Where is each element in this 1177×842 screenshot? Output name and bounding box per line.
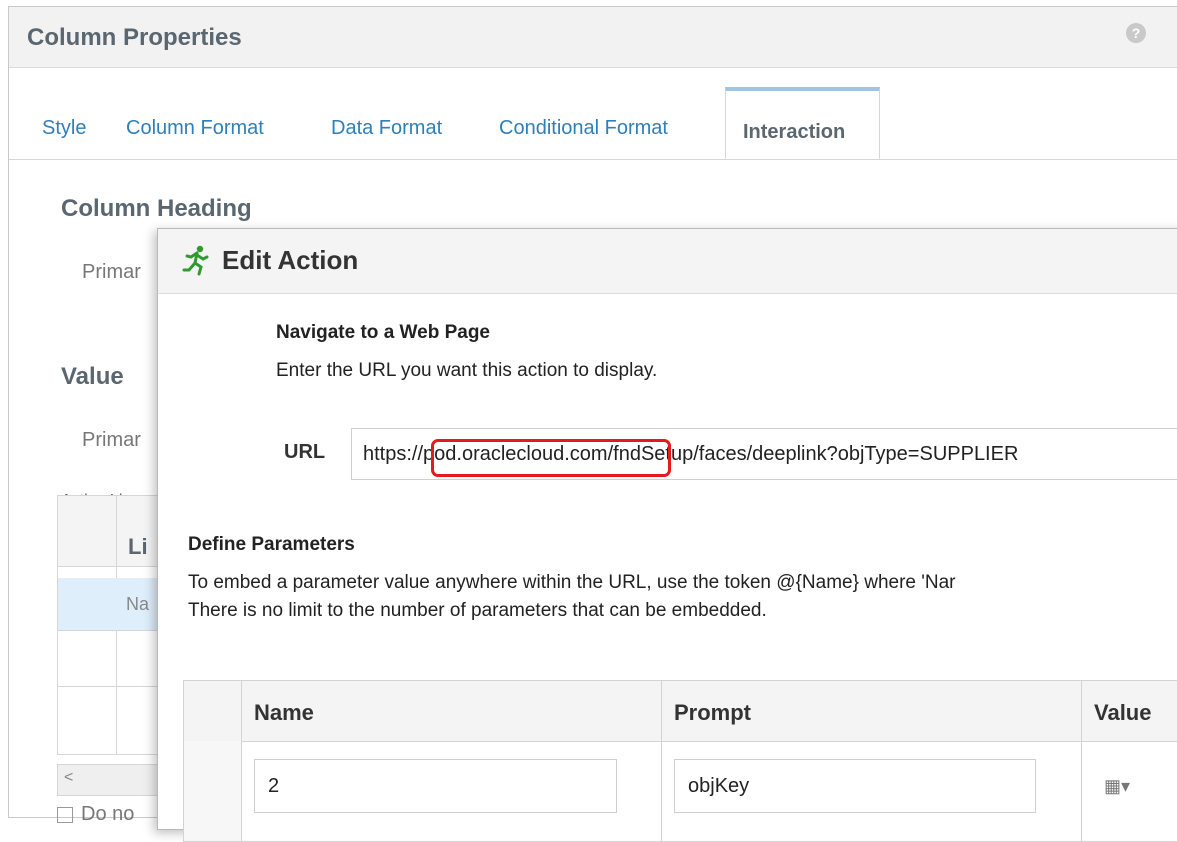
define-parameters-description-2: There is no limit to the number of param…: [188, 600, 767, 621]
column-properties-title: Column Properties: [27, 24, 242, 51]
navigate-section-title: Navigate to a Web Page: [276, 322, 490, 343]
column-header-prompt: Prompt: [674, 700, 751, 725]
url-label: URL: [284, 441, 326, 463]
define-parameters-description-1: To embed a parameter value anywhere with…: [188, 572, 956, 593]
parameters-table: Name Prompt Value 2 objKey ▦▾: [183, 680, 1177, 842]
primary-interaction-label: Primar: [82, 261, 141, 283]
column-header-value: Value: [1094, 700, 1152, 725]
tab-interaction-label: Interaction: [743, 121, 846, 143]
tab-column-format[interactable]: Column Format: [126, 117, 264, 140]
edit-action-dialog: Edit Action Navigate to a Web Page Enter…: [157, 228, 1177, 842]
column-divider: [241, 681, 242, 841]
edit-action-header: Edit Action: [158, 229, 1177, 294]
tab-bar: Style Column Format Data Format Conditio…: [9, 87, 1177, 160]
action-links-row-value: Na: [126, 594, 150, 614]
checkbox-label: Do no: [81, 803, 135, 825]
do-not-display-checkbox-row[interactable]: Do no: [57, 803, 134, 826]
column-divider: [1081, 681, 1082, 841]
tab-interaction[interactable]: Interaction: [725, 87, 880, 159]
tab-data-format[interactable]: Data Format: [331, 117, 442, 140]
column-heading-section-title: Column Heading: [61, 195, 252, 222]
checkbox[interactable]: [57, 806, 73, 823]
url-input[interactable]: https://pod.oraclecloud.com/fndSetup/fac…: [351, 428, 1177, 480]
parameters-table-gutter: [184, 741, 241, 841]
column-divider: [661, 681, 662, 841]
parameter-name-input[interactable]: 2: [254, 759, 617, 813]
help-icon[interactable]: ?: [1126, 23, 1146, 43]
define-parameters-title: Define Parameters: [188, 534, 355, 555]
column-header-name: Name: [254, 700, 314, 725]
primary-interaction-label-value: Primar: [82, 429, 141, 451]
scroll-left-icon[interactable]: <: [64, 769, 73, 787]
parameter-prompt-input[interactable]: objKey: [674, 759, 1036, 813]
value-type-picker-icon[interactable]: ▦▾: [1104, 776, 1130, 797]
action-runner-icon: [182, 245, 209, 276]
tab-conditional-format[interactable]: Conditional Format: [499, 117, 668, 140]
horizontal-scrollbar[interactable]: <: [57, 764, 169, 796]
column-properties-header: Column Properties ?: [9, 7, 1177, 68]
value-section-title: Value: [61, 363, 124, 390]
tab-style[interactable]: Style: [42, 117, 86, 140]
navigate-section-description: Enter the URL you want this action to di…: [276, 360, 658, 381]
action-links-column-header: Li: [128, 534, 148, 559]
edit-action-title: Edit Action: [222, 245, 359, 275]
